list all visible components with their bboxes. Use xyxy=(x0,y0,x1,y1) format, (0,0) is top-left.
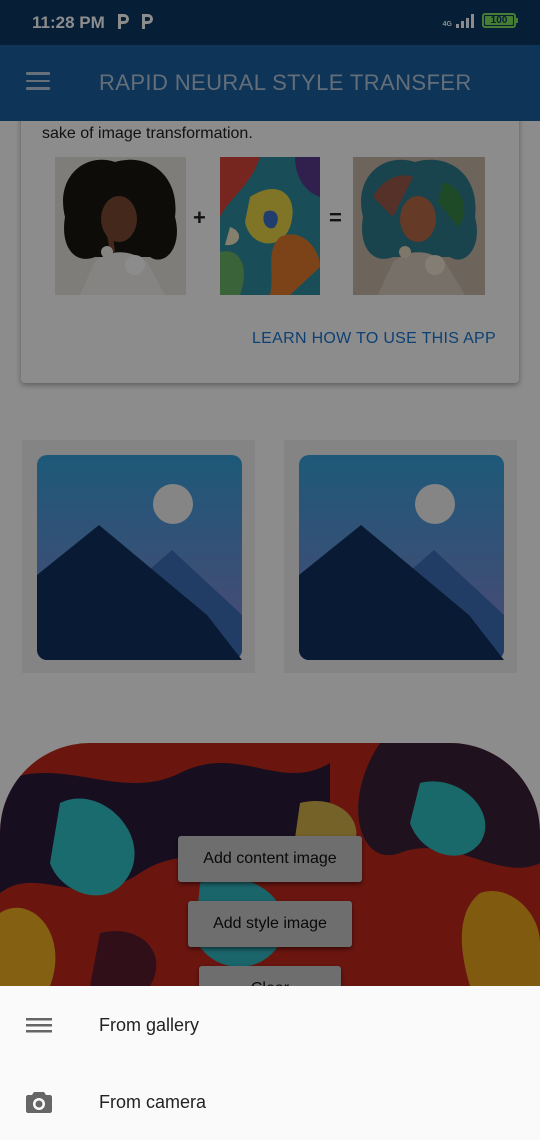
style-painting-image xyxy=(220,157,320,295)
decorative-panel: Add content image Add style image Clear xyxy=(0,743,540,986)
style-image-slot[interactable] xyxy=(284,440,517,673)
add-style-image-button[interactable]: Add style image xyxy=(188,901,352,947)
status-time: 11:28 PM xyxy=(32,13,105,32)
status-indicators: 4G 100 xyxy=(442,13,518,28)
from-gallery-option[interactable]: From gallery xyxy=(0,986,540,1063)
image-source-bottom-sheet: From gallery From camera xyxy=(0,986,540,1140)
learn-how-link[interactable]: LEARN HOW TO USE THIS APP xyxy=(252,330,496,348)
content-image-slot[interactable] xyxy=(22,440,255,673)
image-placeholder-icon xyxy=(37,455,242,660)
content-portrait-image xyxy=(55,157,186,295)
status-bar: 11:28 PM 4G 100 xyxy=(0,0,540,45)
battery-icon: 100 xyxy=(482,13,518,28)
intro-card: sake of image transformation. + = LEARN … xyxy=(21,121,519,383)
hamburger-menu-icon[interactable] xyxy=(26,72,50,92)
add-content-image-button[interactable]: Add content image xyxy=(178,836,362,882)
partially-hidden-button[interactable]: Clear xyxy=(199,966,341,986)
list-icon xyxy=(26,1018,52,1033)
app-title: RAPID NEURAL STYLE TRANSFER xyxy=(99,70,472,95)
battery-percent: 100 xyxy=(490,15,508,26)
from-gallery-label: From gallery xyxy=(99,1015,200,1035)
intro-text: sake of image transformation. xyxy=(42,125,253,142)
notification-p-icon xyxy=(118,14,129,29)
from-camera-label: From camera xyxy=(99,1092,207,1112)
network-type: 4G xyxy=(442,21,452,28)
signal-strength-icon xyxy=(456,14,474,28)
camera-icon xyxy=(26,1092,52,1113)
equals-symbol: = xyxy=(329,205,342,230)
image-placeholder-icon xyxy=(299,455,504,660)
plus-symbol: + xyxy=(193,205,206,230)
stylized-result-image xyxy=(353,157,485,295)
notification-p-icon xyxy=(142,14,153,29)
app-bar: RAPID NEURAL STYLE TRANSFER xyxy=(0,45,540,121)
from-camera-option[interactable]: From camera xyxy=(0,1063,540,1140)
